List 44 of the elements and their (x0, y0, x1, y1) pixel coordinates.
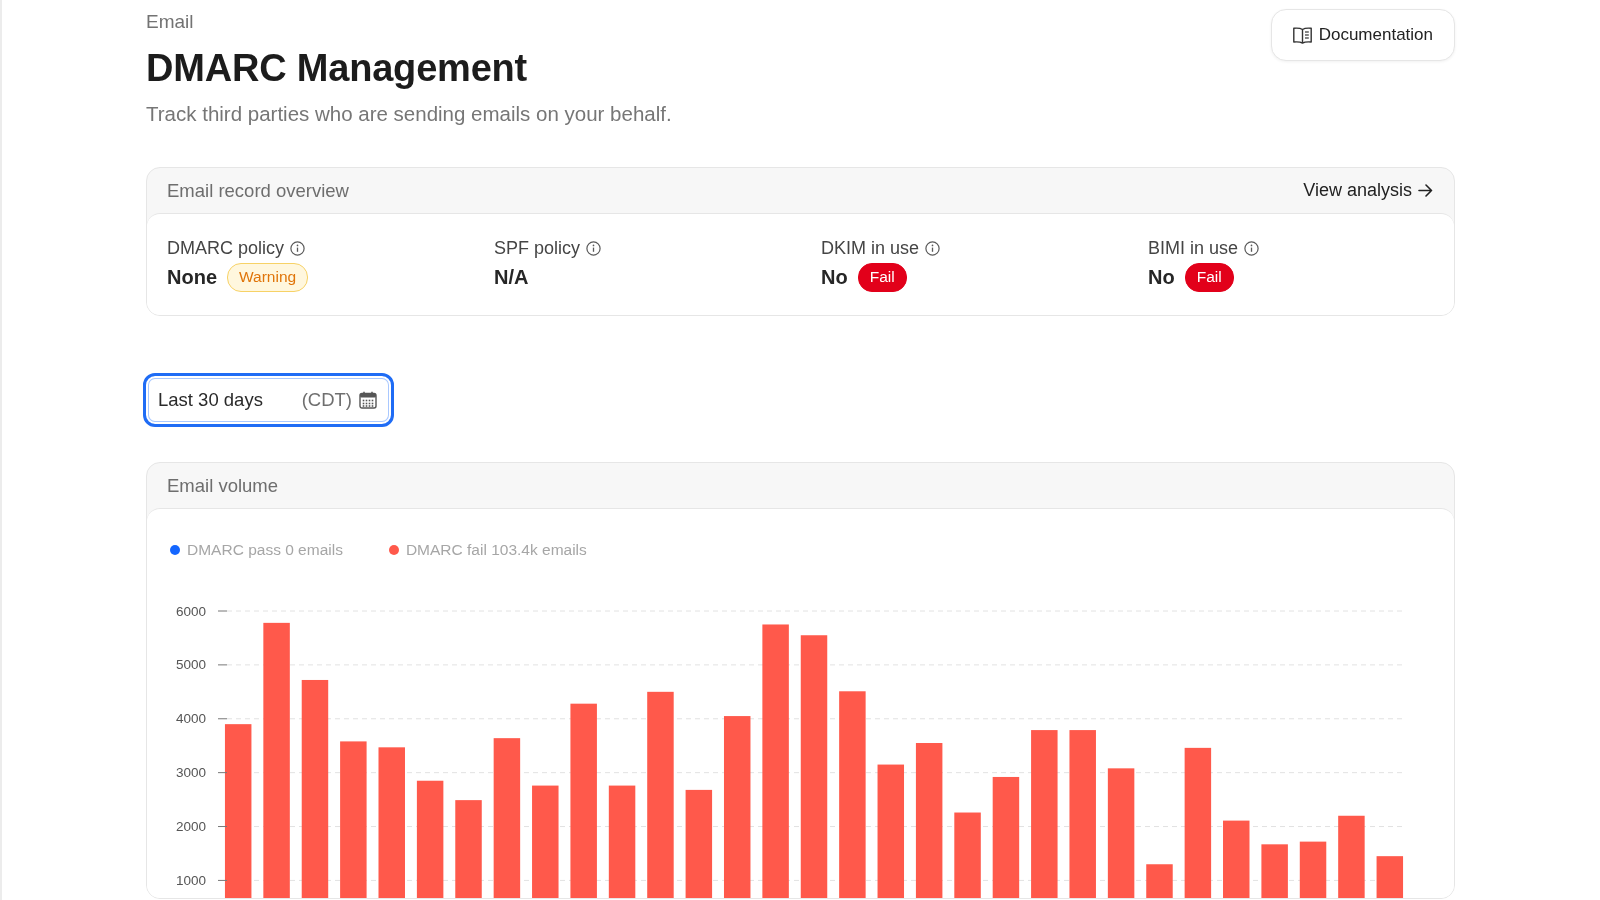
info-icon (1244, 240, 1260, 256)
info-icon (925, 240, 941, 256)
card-title: Email volume (167, 474, 279, 497)
email-volume-bar (1376, 856, 1404, 898)
y-axis-tick (217, 718, 228, 720)
y-axis-tick (217, 879, 228, 881)
email-volume-bar (1146, 864, 1173, 898)
calendar-icon (359, 391, 377, 409)
documentation-button[interactable]: Documentation (1270, 9, 1455, 61)
y-axis-tick (217, 664, 228, 666)
info-icon (290, 240, 306, 256)
y-axis-label: 5000 (175, 657, 206, 673)
date-range-field[interactable]: Last 30 days (CDT) (143, 373, 394, 427)
y-axis-label: 3000 (175, 765, 206, 781)
page-title: DMARC Management (146, 46, 528, 90)
view-analysis-link[interactable]: View analysis (1303, 180, 1433, 201)
status-badge: Fail (857, 262, 907, 292)
y-axis-tick (217, 610, 228, 612)
record-value: No (821, 265, 848, 289)
y-axis-label: 2000 (175, 819, 206, 835)
breadcrumb: Email (146, 10, 194, 34)
card-title: Email record overview (167, 179, 349, 202)
record-value: N/A (494, 265, 529, 289)
email-volume-bar (1261, 844, 1288, 898)
date-range-value: Last 30 days (158, 389, 263, 411)
info-icon (586, 240, 602, 256)
y-axis-label: 6000 (175, 603, 206, 619)
timezone-text: (CDT) (301, 389, 352, 411)
record-value: No (1148, 265, 1175, 289)
book-icon (1292, 26, 1312, 44)
record-label: SPF policy (494, 237, 581, 259)
y-axis-tick (217, 772, 228, 774)
page-subtitle: Track third parties who are sending emails on your behalf. (146, 101, 672, 127)
status-badge: Fail (1184, 262, 1234, 292)
arrow-right-icon (1418, 184, 1433, 197)
status-badge: Warning (227, 262, 309, 292)
email-volume-bar (1299, 841, 1327, 898)
y-axis-tick (217, 826, 228, 828)
y-axis-label: 1000 (175, 872, 206, 888)
record-label: DMARC policy (167, 237, 285, 259)
record-label: BIMI in use (1148, 237, 1239, 259)
record-value: None (167, 265, 217, 289)
record-label: DKIM in use (821, 237, 920, 259)
y-axis-label: 4000 (175, 711, 206, 727)
